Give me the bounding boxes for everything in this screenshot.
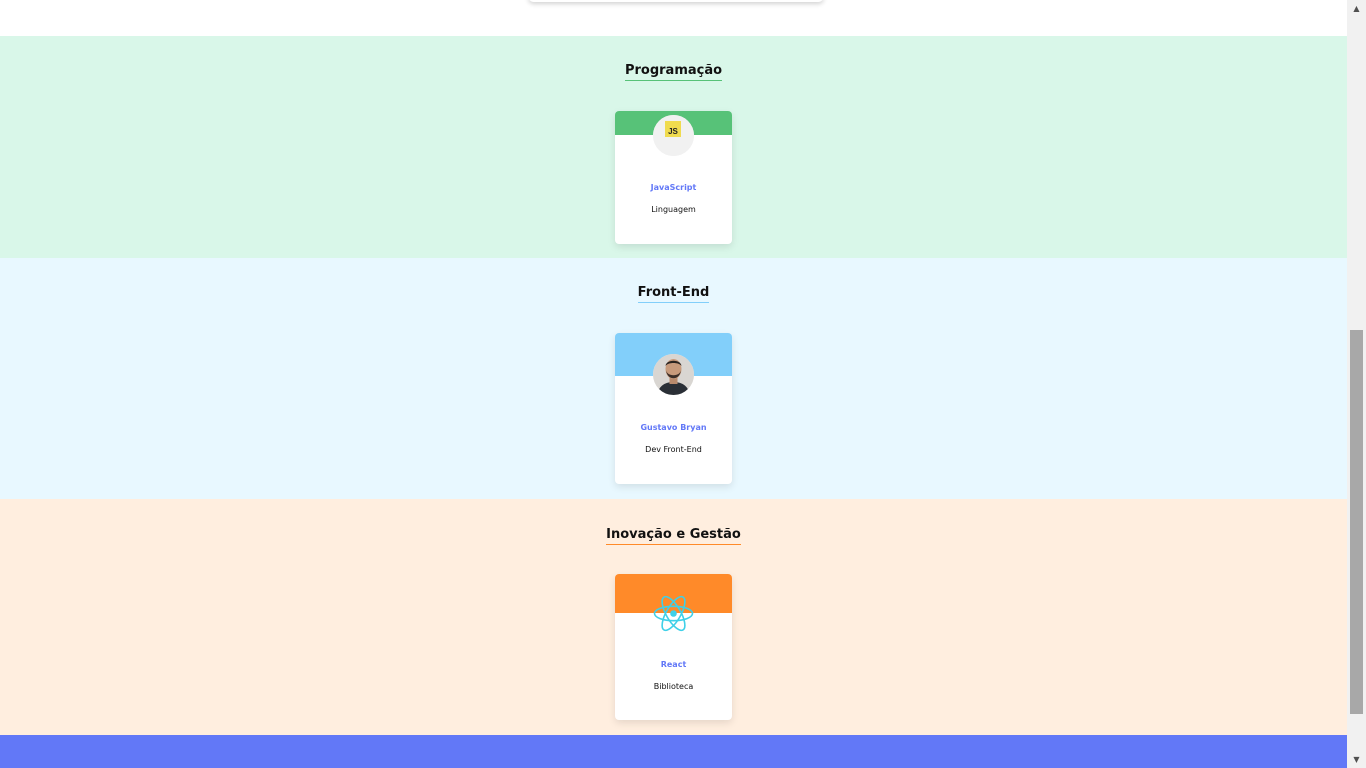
member-role: Biblioteca (653, 682, 694, 691)
javascript-logo-text: JS (668, 127, 678, 136)
triangle-up-icon[interactable]: ▲ (1347, 0, 1366, 17)
member-card: Gustavo Bryan Dev Front-End (615, 333, 732, 484)
section-title: Front-End (0, 285, 1347, 303)
section-title: Inovação e Gestão (0, 527, 1347, 545)
section-title: Programação (0, 63, 1347, 81)
react-logo-icon (653, 593, 694, 634)
scrollbar-thumb[interactable] (1350, 330, 1363, 714)
top-strip (0, 0, 1347, 36)
triangle-down-icon[interactable]: ▼ (1347, 751, 1366, 768)
member-name: JavaScript (650, 183, 697, 192)
section-title-text: Inovação e Gestão (606, 527, 741, 545)
team-section-front-end: Front-End Gustavo Bryan Dev Front-End (0, 258, 1347, 499)
page: Programação JS JavaScript Linguagem Fron… (0, 0, 1347, 768)
member-role: Dev Front-End (645, 445, 702, 454)
form-card-bottom-edge (528, 0, 824, 2)
member-photo (653, 354, 694, 395)
member-card: React Biblioteca (615, 574, 732, 720)
team-section-inovacao-e-gestao: Inovação e Gestão React Biblioteca (0, 499, 1347, 735)
javascript-logo-icon: JS (653, 115, 694, 156)
section-title-text: Programação (624, 63, 723, 81)
member-name: React (660, 660, 687, 669)
vertical-scrollbar[interactable]: ▲ ▼ (1347, 0, 1366, 768)
section-title-text: Front-End (637, 285, 710, 303)
member-role: Linguagem (651, 205, 696, 214)
member-card: JS JavaScript Linguagem (615, 111, 732, 244)
footer (0, 735, 1347, 768)
team-section-programacao: Programação JS JavaScript Linguagem (0, 36, 1347, 258)
member-name: Gustavo Bryan (640, 423, 707, 432)
